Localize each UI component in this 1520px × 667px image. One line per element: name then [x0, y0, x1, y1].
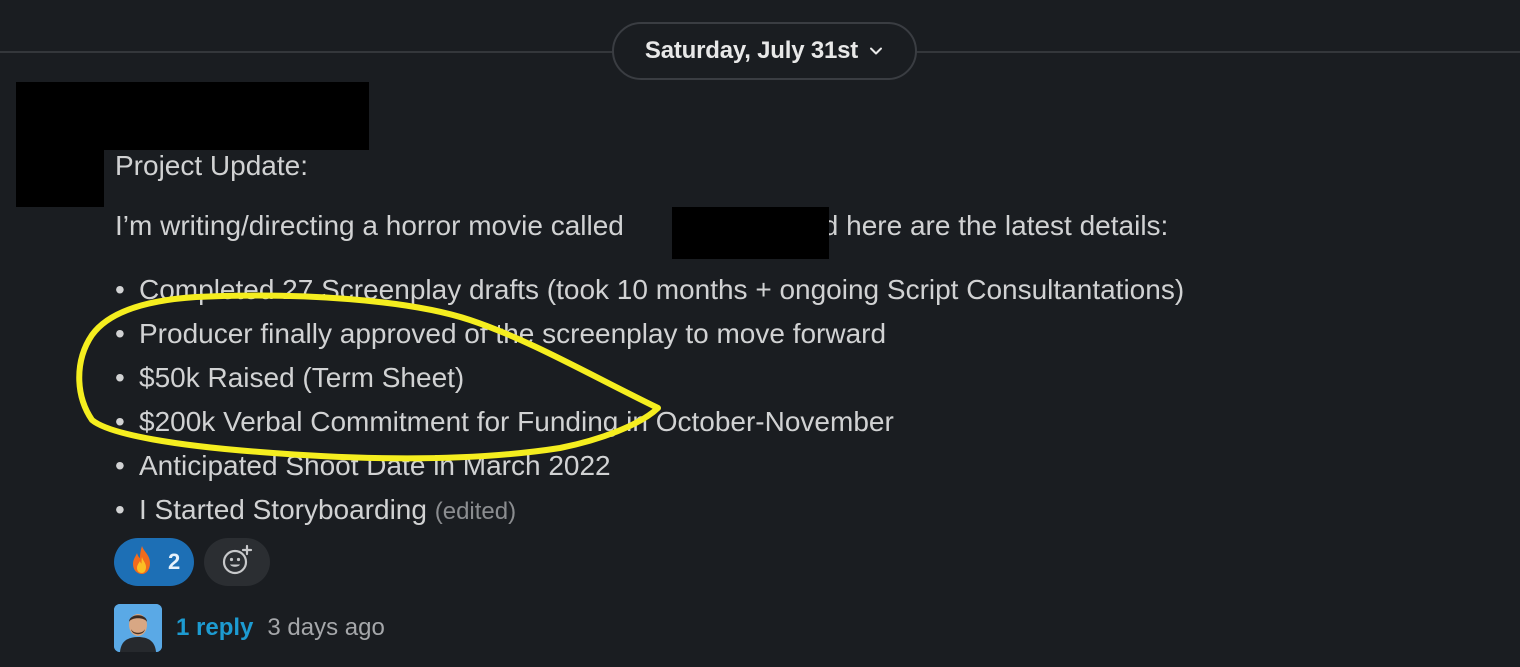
thread-summary[interactable]: 1 reply 3 days ago [114, 604, 385, 652]
date-divider-label: Saturday, July 31st [644, 37, 859, 64]
replier-avatar [114, 604, 162, 652]
list-item-text: Producer finally approved of the screenp… [139, 318, 887, 349]
redacted-avatar [16, 82, 104, 207]
list-item: • Anticipated Shoot Date in March 2022 [115, 444, 1495, 488]
bullet: • [115, 406, 125, 437]
chevron-down-icon [868, 43, 884, 59]
bullet: • [115, 450, 125, 481]
add-reaction-button[interactable] [204, 538, 270, 586]
message-body: Project Update: I’m writing/directing a … [115, 148, 1495, 534]
bullet: • [115, 318, 125, 349]
list-item-text: $50k Raised (Term Sheet) [139, 362, 465, 393]
list-item: • Producer finally approved of the screen… [115, 312, 1495, 356]
reply-count-link[interactable]: 1 reply [176, 614, 253, 642]
redacted-movie-title [672, 207, 829, 259]
bullet: • [115, 362, 125, 393]
edited-label: (edited) [434, 498, 517, 525]
reaction-bar: 2 [114, 538, 270, 586]
list-item-text: I Started Storyboarding [139, 494, 427, 525]
fire-emoji-icon [128, 545, 156, 580]
list-item-text: Anticipated Shoot Date in March 2022 [139, 450, 611, 481]
fire-reaction-button[interactable]: 2 [114, 538, 194, 586]
list-item: • I Started Storyboarding (edited) [115, 488, 1495, 534]
message-title: Project Update: [115, 150, 308, 181]
intro-text-after: and here are the latest details: [791, 210, 1169, 241]
list-item-text: $200k Verbal Commitment for Funding in O… [139, 406, 894, 437]
list-item: • Completed 27 Screenplay drafts (took 10… [115, 268, 1495, 312]
list-item-text: Completed 27 Screenplay drafts (took 10 … [139, 274, 1185, 305]
redacted-sender-name [100, 82, 369, 150]
details-list: • Completed 27 Screenplay drafts (took 10… [115, 268, 1495, 534]
reaction-count: 2 [168, 549, 181, 574]
date-divider-button[interactable]: Saturday, July 31st [612, 22, 917, 80]
last-reply-time: 3 days ago [267, 614, 385, 641]
list-item: • $200k Verbal Commitment for Funding in … [115, 400, 1495, 444]
intro-text-before: I’m writing/directing a horror movie cal… [115, 210, 624, 241]
slack-channel-view: Saturday, July 31st Project Update: I’m … [0, 0, 1520, 667]
bullet: • [115, 494, 125, 525]
add-reaction-icon [221, 544, 253, 581]
bullet: • [115, 274, 125, 305]
list-item: • $50k Raised (Term Sheet) [115, 356, 1495, 400]
